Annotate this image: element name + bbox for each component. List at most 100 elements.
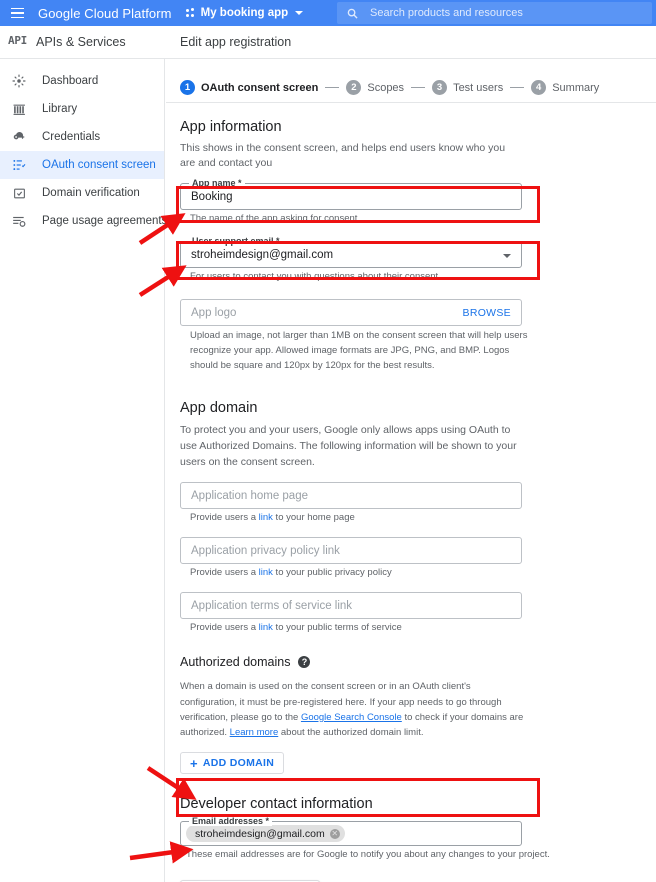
search-icon — [347, 8, 358, 19]
form-content: App information This shows in the consen… — [166, 103, 656, 882]
sub-header: API APIs & Services Edit app registratio… — [0, 26, 656, 59]
user-support-email-select[interactable]: User support email * stroheimdesign@gmai… — [180, 236, 522, 269]
project-name-label: My booking app — [200, 7, 289, 19]
sidebar-item-page-usage-agreements[interactable]: Page usage agreements — [0, 207, 168, 235]
sidebar-item-credentials[interactable]: Credentials — [0, 123, 164, 151]
chevron-down-icon — [295, 11, 304, 15]
helper-link[interactable]: link — [259, 512, 273, 523]
app-logo-input[interactable]: App logo BROWSE — [180, 299, 522, 327]
home-page-placeholder: Application home page — [191, 489, 308, 502]
helper-post: to your public privacy policy — [272, 567, 392, 579]
step-summary[interactable]: 4 Summary — [531, 80, 599, 95]
app-logo-field: App logo BROWSE Upload an image, not lar… — [180, 299, 642, 373]
terms-of-service-helper: Provide users a link to your public term… — [190, 622, 642, 633]
brand-title[interactable]: Google Cloud Platform — [38, 6, 172, 21]
sidebar-item-domain-verification[interactable]: Domain verification — [0, 179, 164, 207]
user-support-email-field: User support email * stroheimdesign@gmai… — [180, 236, 642, 283]
step-label: OAuth consent screen — [201, 81, 319, 94]
app-logo-placeholder: App logo — [191, 306, 237, 319]
api-badge-icon: API — [8, 34, 27, 47]
step-divider — [510, 87, 525, 88]
learn-more-link[interactable]: Learn more — [230, 727, 279, 738]
developer-contact-title: Developer contact information — [180, 796, 373, 813]
authorized-domains-header: Authorized domains ? — [180, 655, 642, 669]
privacy-policy-input[interactable]: Application privacy policy link — [180, 537, 522, 565]
step-divider — [325, 87, 340, 88]
step-label: Test users — [453, 81, 504, 94]
key-icon — [10, 128, 28, 146]
app-domain-description: To protect you and your users, Google on… — [180, 423, 517, 469]
add-domain-button[interactable]: + ADD DOMAIN — [180, 752, 285, 775]
page-usage-icon — [10, 212, 28, 230]
authorized-domains-body: When a domain is used on the consent scr… — [180, 679, 525, 740]
sidebar-item-library[interactable]: Library — [0, 95, 164, 123]
home-page-input[interactable]: Application home page — [180, 482, 522, 510]
helper-pre: Provide users a — [190, 622, 259, 634]
helper-pre: Provide users a — [190, 567, 259, 579]
sidebar-item-label: Credentials — [42, 131, 101, 143]
app-name-input[interactable]: App name * Booking — [180, 178, 522, 211]
browse-button[interactable]: BROWSE — [463, 307, 511, 319]
hamburger-menu-icon[interactable] — [4, 0, 30, 26]
app-name-value: Booking — [191, 190, 233, 203]
step-scopes[interactable]: 2 Scopes — [346, 80, 404, 95]
app-information-title: App information — [180, 119, 282, 135]
step-number: 3 — [432, 80, 448, 95]
app-name-helper: The name of the app asking for consent — [190, 213, 358, 225]
privacy-policy-placeholder: Application privacy policy link — [191, 544, 340, 557]
email-chip[interactable]: stroheimdesign@gmail.com ✕ — [186, 825, 345, 843]
dashboard-icon — [10, 72, 28, 90]
project-selector[interactable]: My booking app — [185, 7, 304, 19]
home-page-helper: Provide users a link to your home page — [190, 512, 642, 523]
helper-link[interactable]: link — [259, 567, 273, 578]
sidebar-item-label: Domain verification — [42, 187, 140, 199]
close-icon[interactable]: ✕ — [329, 828, 340, 839]
plus-icon: + — [190, 755, 198, 771]
app-name-label: App name * — [189, 178, 245, 189]
app-information-description: This shows in the consent screen, and he… — [180, 142, 506, 170]
app-name-field: App name * Booking The name of the app a… — [180, 178, 642, 225]
sidebar-item-label: Dashboard — [42, 75, 99, 87]
step-number: 2 — [346, 80, 362, 95]
sidebar-item-oauth-consent-screen[interactable]: OAuth consent screen — [0, 151, 164, 179]
developer-contact-section: Developer contact information Email addr… — [180, 796, 642, 882]
chevron-down-icon — [503, 254, 511, 259]
help-icon[interactable]: ? — [298, 656, 311, 669]
helper-post: to your home page — [272, 512, 355, 524]
privacy-policy-helper: Provide users a link to your public priv… — [190, 567, 642, 578]
google-search-console-link[interactable]: Google Search Console — [301, 712, 402, 723]
authorized-domains-section: Authorized domains ? When a domain is us… — [180, 655, 642, 775]
ad-text-3: about the authorized domain limit. — [278, 726, 424, 738]
home-page-field: Application home page Provide users a li… — [180, 482, 642, 523]
step-test-users[interactable]: 3 Test users — [432, 80, 503, 95]
project-dots-icon — [185, 7, 197, 19]
email-addresses-input[interactable]: Email addresses * stroheimdesign@gmail.c… — [180, 816, 522, 847]
sidebar-item-label: Page usage agreements — [42, 215, 168, 227]
user-support-email-label: User support email * — [189, 236, 283, 247]
terms-of-service-placeholder: Application terms of service link — [191, 599, 353, 612]
terms-of-service-field: Application terms of service link Provid… — [180, 592, 642, 633]
app-domain-title: App domain — [180, 399, 258, 416]
sidebar-item-dashboard[interactable]: Dashboard — [0, 67, 164, 95]
sidebar-item-label: Library — [42, 103, 78, 115]
helper-pre: Provide users a — [190, 512, 259, 524]
step-oauth-consent-screen[interactable]: 1 OAuth consent screen — [180, 80, 318, 95]
privacy-policy-field: Application privacy policy link Provide … — [180, 537, 642, 578]
add-domain-label: ADD DOMAIN — [202, 757, 275, 770]
step-divider — [411, 87, 426, 88]
step-number: 4 — [531, 80, 547, 95]
main-content: 1 OAuth consent screen 2 Scopes 3 Test u… — [166, 59, 656, 882]
helper-post: to your public terms of service — [272, 622, 402, 634]
app-logo-helper: Upload an image, not larger than 1MB on … — [190, 330, 528, 371]
app-domain-section: App domain To protect you and your users… — [180, 399, 642, 633]
email-addresses-helper: These email addresses are for Google to … — [186, 849, 550, 861]
sidebar-navigation: Dashboard Library Credentials OAuth cons… — [0, 59, 168, 882]
step-label: Scopes — [367, 81, 405, 94]
user-support-email-value: stroheimdesign@gmail.com — [191, 248, 334, 261]
service-title[interactable]: APIs & Services — [36, 35, 126, 49]
user-support-email-helper: For users to contact you with questions … — [190, 271, 439, 283]
search-input[interactable]: Search products and resources — [337, 2, 652, 24]
helper-link[interactable]: link — [259, 622, 273, 633]
page-title: Edit app registration — [180, 35, 292, 49]
terms-of-service-input[interactable]: Application terms of service link — [180, 592, 522, 620]
